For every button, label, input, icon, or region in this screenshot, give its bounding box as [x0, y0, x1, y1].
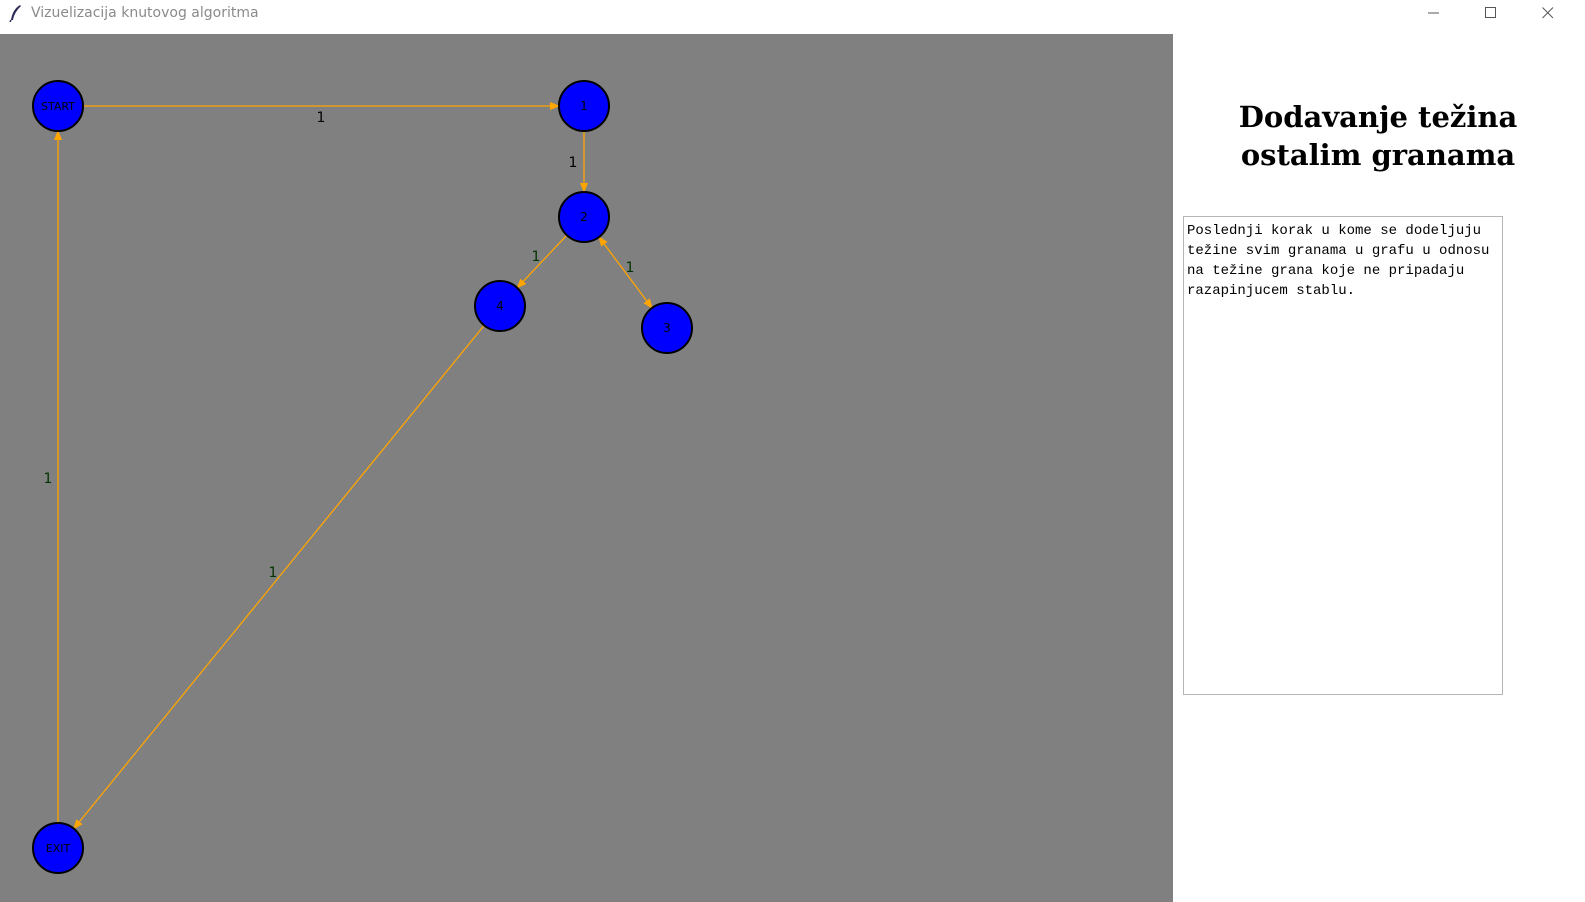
window-title: Vizuelizacija knutovog algoritma — [31, 5, 259, 21]
node-label: 1 — [580, 99, 588, 113]
window-titlebar: Vizuelizacija knutovog algoritma — [0, 0, 1585, 34]
node-1[interactable]: 1 — [558, 80, 610, 132]
close-button[interactable] — [1525, 0, 1571, 26]
node-label: EXIT — [46, 842, 71, 855]
step-title: Dodavanje težina ostalim granama — [1238, 100, 1518, 172]
minimize-icon — [1428, 12, 1439, 14]
node-exit[interactable]: EXIT — [32, 822, 84, 874]
node-3[interactable]: 3 — [641, 302, 693, 354]
close-icon — [1542, 7, 1554, 19]
feather-icon — [9, 5, 21, 22]
side-panel: Dodavanje težina ostalim granama Posledn… — [1173, 34, 1585, 902]
graph-canvas[interactable]: 1 1 1 1 1 1 START 1 2 3 4 EXIT — [0, 34, 1173, 902]
edge-weight-label: 1 — [626, 260, 635, 276]
node-label: START — [41, 100, 75, 113]
edge-weight-label: 1 — [317, 110, 326, 126]
edge-4-EXIT — [73, 324, 485, 830]
node-label: 2 — [580, 210, 588, 224]
edge-weight-label: 1 — [532, 249, 541, 265]
edge-weight-label: 1 — [569, 155, 578, 171]
minimize-button[interactable] — [1411, 0, 1457, 26]
node-2[interactable]: 2 — [558, 191, 610, 243]
edge-weight-label: 1 — [269, 565, 278, 581]
step-description-textbox[interactable]: Poslednji korak u kome se dodeljuju teži… — [1183, 216, 1503, 695]
edge-weight-label: 1 — [44, 471, 53, 487]
graph-svg: 1 1 1 1 1 1 START 1 2 3 4 EXIT — [32, 80, 693, 874]
node-label: 3 — [663, 321, 671, 335]
maximize-icon — [1485, 7, 1496, 18]
maximize-button[interactable] — [1468, 0, 1514, 26]
node-start[interactable]: START — [32, 80, 84, 132]
node-4[interactable]: 4 — [474, 280, 526, 332]
edge-2-4 — [516, 234, 568, 289]
node-label: 4 — [496, 299, 504, 313]
